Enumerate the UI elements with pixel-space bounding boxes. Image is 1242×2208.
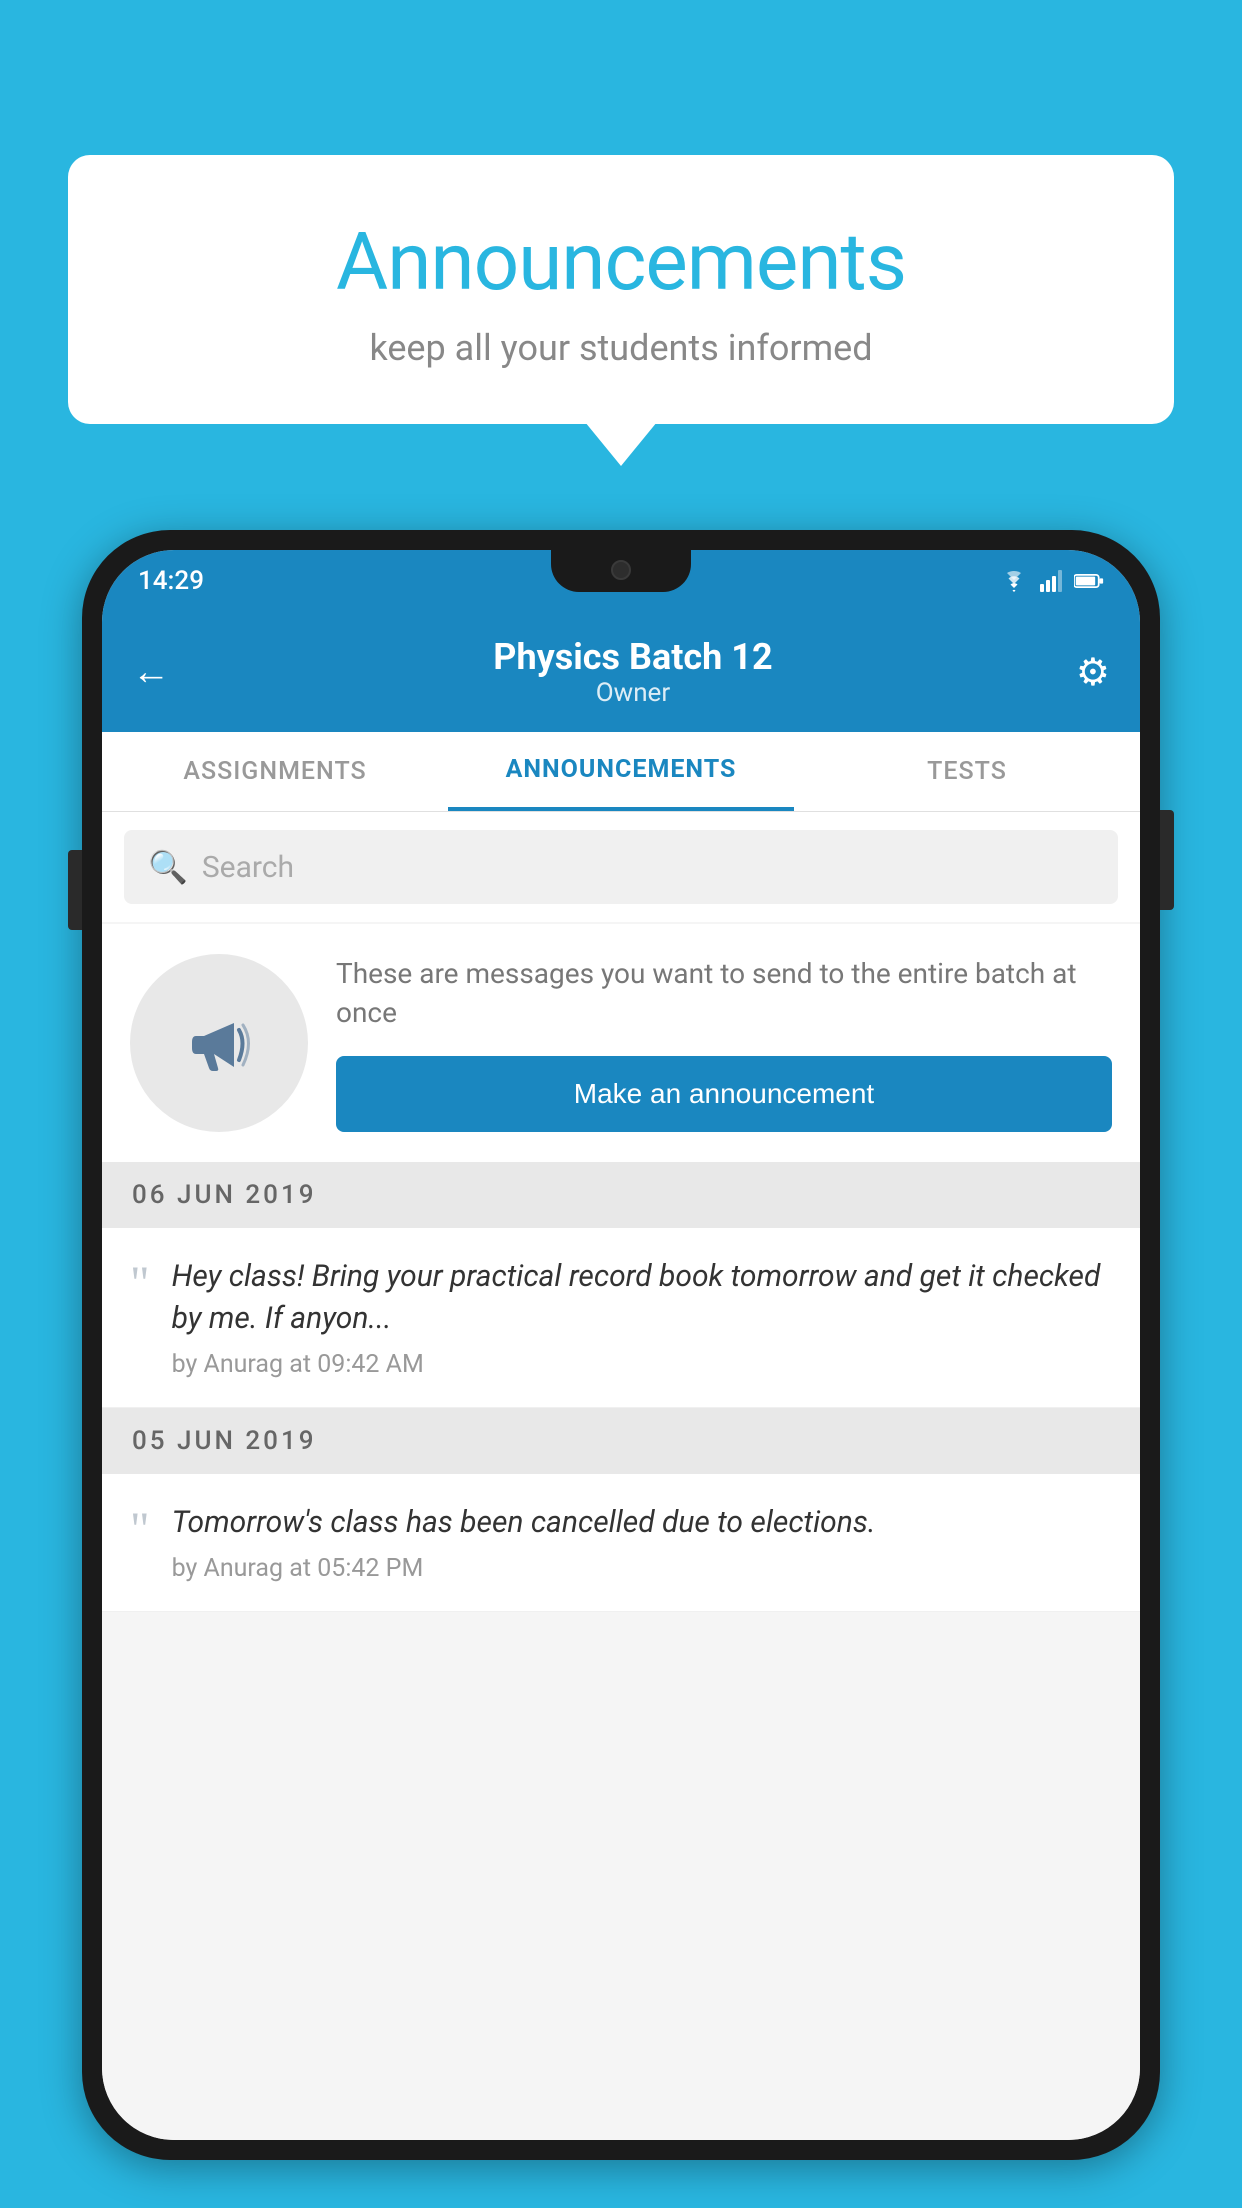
promo-right: These are messages you want to send to t… [336, 954, 1112, 1132]
battery-icon [1074, 572, 1104, 590]
settings-icon[interactable]: ⚙ [1076, 650, 1110, 695]
header-title: Physics Batch 12 [190, 636, 1076, 678]
speech-bubble-subtitle: keep all your students informed [118, 327, 1124, 369]
content-area: 🔍 Search These are messages you [102, 812, 1140, 2140]
megaphone-circle [130, 954, 308, 1132]
phone-container: 14:29 [82, 530, 1160, 2160]
quote-icon-2: " [130, 1506, 150, 1554]
tab-announcements[interactable]: ANNOUNCEMENTS [448, 732, 794, 811]
date-text-1: 06 JUN 2019 [132, 1180, 317, 1210]
tab-tests[interactable]: TESTS [794, 732, 1140, 811]
search-placeholder: Search [202, 850, 294, 885]
message-item-2[interactable]: " Tomorrow's class has been cancelled du… [102, 1474, 1140, 1612]
date-separator-1: 06 JUN 2019 [102, 1162, 1140, 1228]
wifi-icon [1000, 570, 1028, 592]
camera [611, 560, 631, 580]
phone-screen: 14:29 [102, 550, 1140, 2140]
status-icons [1000, 570, 1104, 592]
date-text-2: 05 JUN 2019 [132, 1426, 317, 1456]
message-text-1: Hey class! Bring your practical record b… [172, 1256, 1112, 1340]
header-subtitle: Owner [190, 678, 1076, 708]
speech-bubble-container: Announcements keep all your students inf… [68, 155, 1174, 424]
promo-description: These are messages you want to send to t… [336, 954, 1112, 1032]
message-text-2: Tomorrow's class has been cancelled due … [172, 1502, 1112, 1544]
message-author-1: by Anurag at 09:42 AM [172, 1350, 1112, 1379]
app-header: ← Physics Batch 12 Owner ⚙ [102, 612, 1140, 732]
message-content-2: Tomorrow's class has been cancelled due … [172, 1502, 1112, 1583]
speech-bubble-title: Announcements [118, 215, 1124, 309]
quote-icon-1: " [130, 1260, 150, 1308]
search-icon: 🔍 [148, 848, 188, 886]
tab-assignments[interactable]: ASSIGNMENTS [102, 732, 448, 811]
phone-outer: 14:29 [82, 530, 1160, 2160]
back-button[interactable]: ← [132, 650, 170, 694]
header-center: Physics Batch 12 Owner [190, 636, 1076, 708]
announcement-promo: These are messages you want to send to t… [102, 924, 1140, 1162]
message-item-1[interactable]: " Hey class! Bring your practical record… [102, 1228, 1140, 1408]
tab-bar: ASSIGNMENTS ANNOUNCEMENTS TESTS [102, 732, 1140, 812]
speech-bubble: Announcements keep all your students inf… [68, 155, 1174, 424]
search-bar[interactable]: 🔍 Search [124, 830, 1118, 904]
date-separator-2: 05 JUN 2019 [102, 1408, 1140, 1474]
search-bar-container: 🔍 Search [102, 812, 1140, 922]
status-time: 14:29 [138, 566, 204, 596]
signal-icon [1040, 570, 1062, 592]
message-author-2: by Anurag at 05:42 PM [172, 1554, 1112, 1583]
notch [551, 550, 691, 592]
message-content-1: Hey class! Bring your practical record b… [172, 1256, 1112, 1379]
make-announcement-button[interactable]: Make an announcement [336, 1056, 1112, 1132]
megaphone-icon [174, 998, 264, 1088]
